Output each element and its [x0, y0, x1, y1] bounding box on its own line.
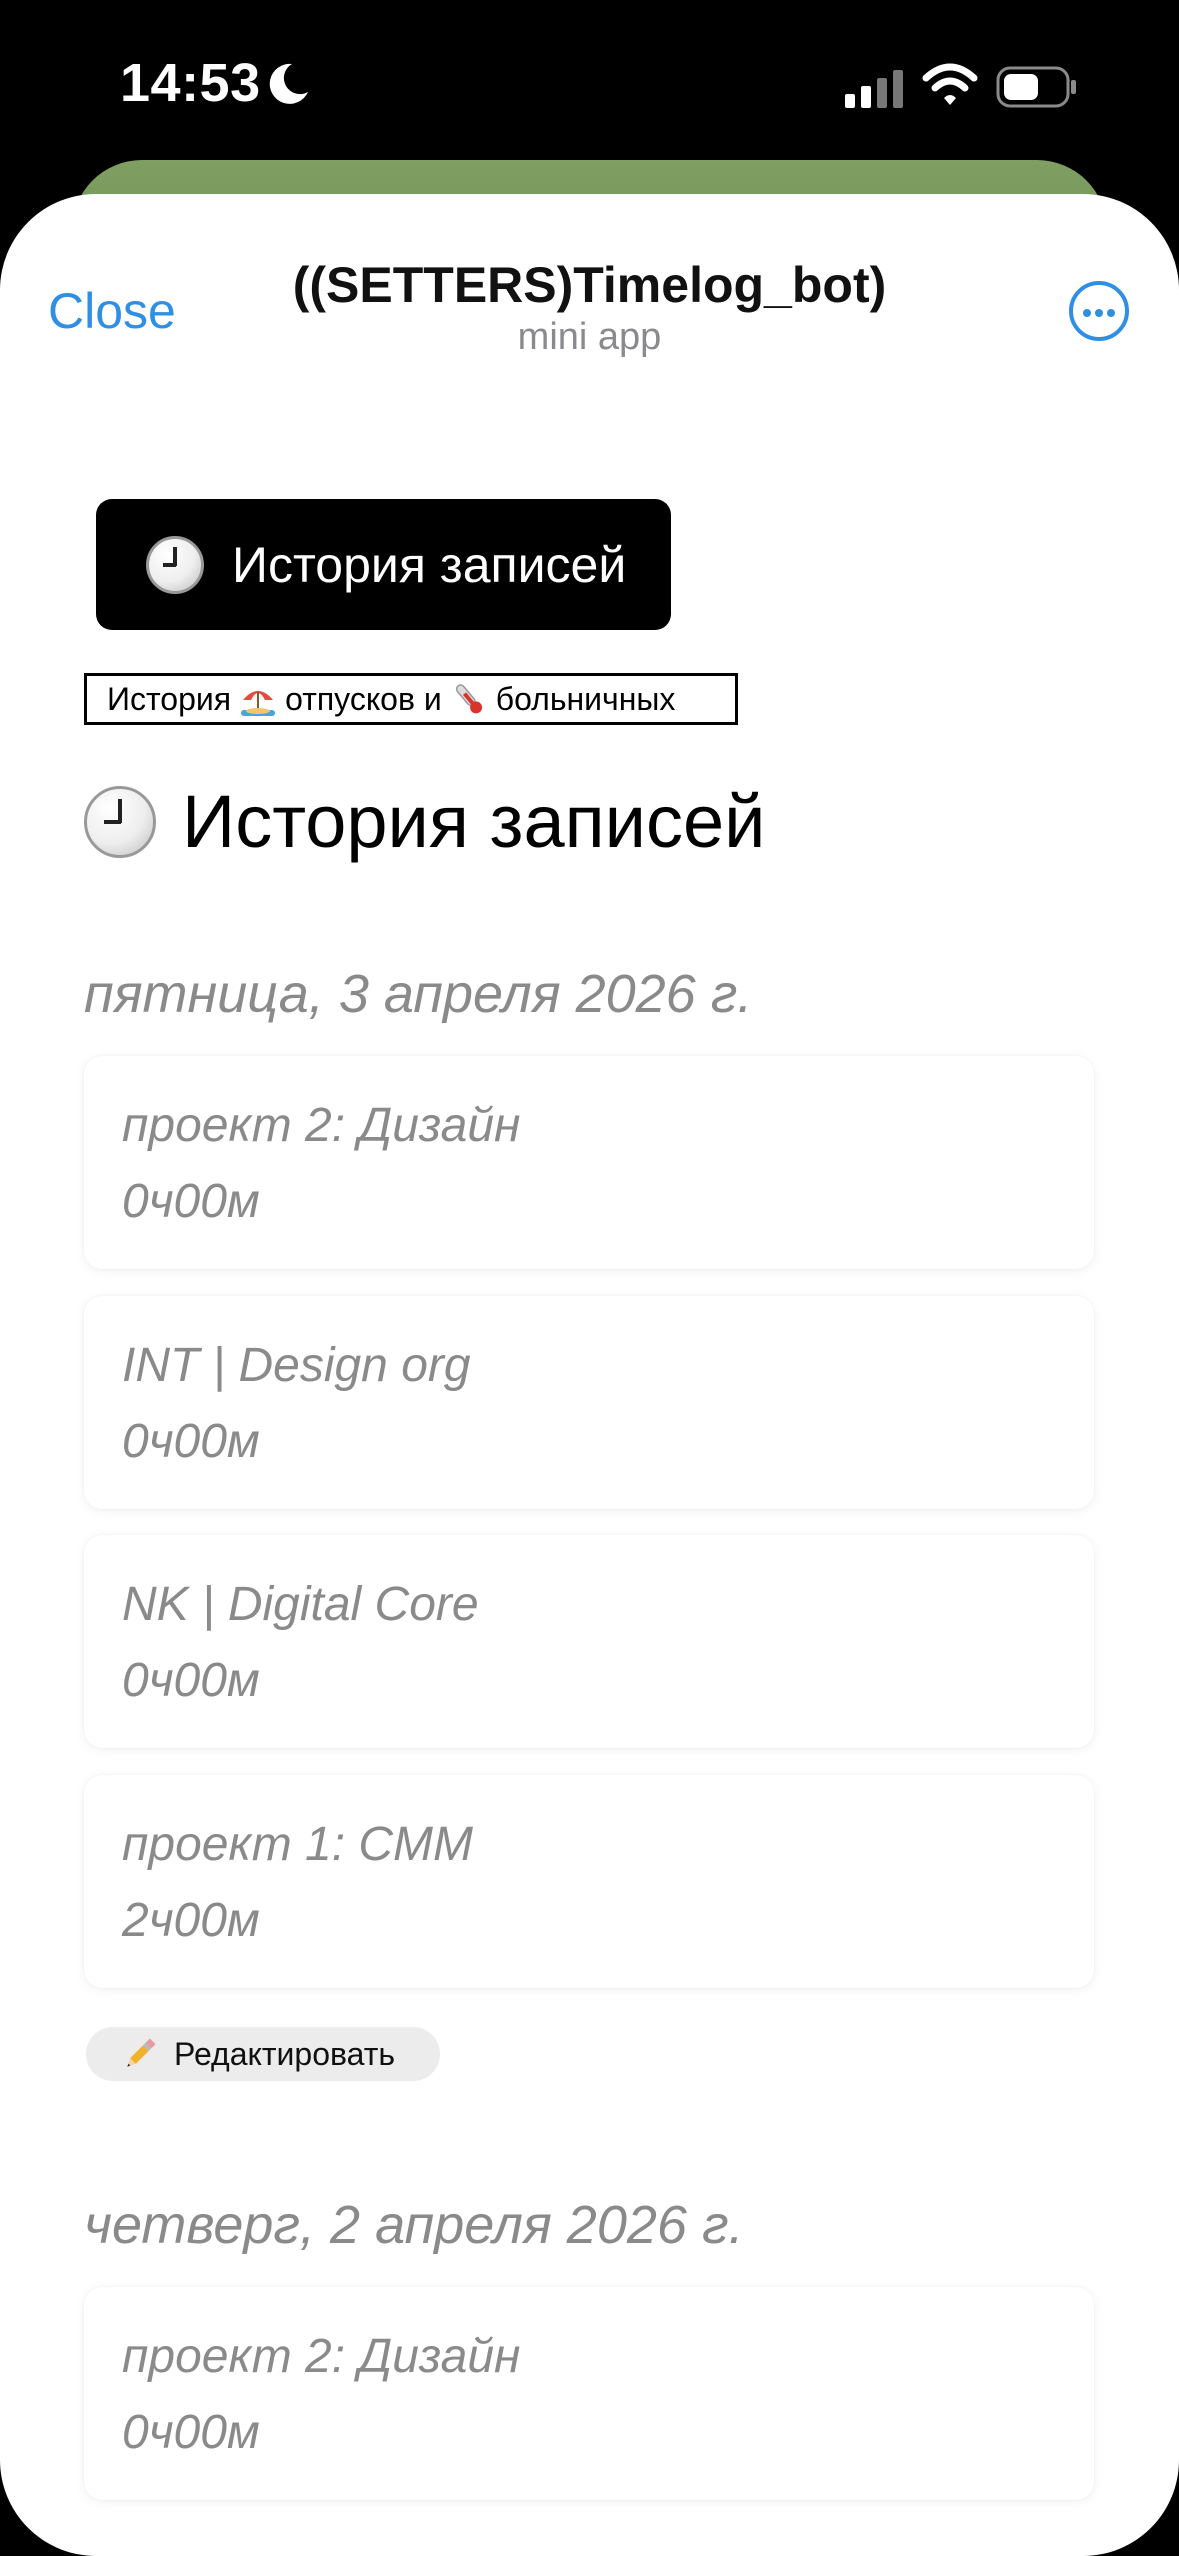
- section-title: История записей: [84, 779, 766, 864]
- battery-icon: [996, 66, 1076, 108]
- entry-project: проект 2: Дизайн: [122, 1099, 521, 1152]
- section-title-text: История записей: [182, 780, 766, 863]
- thermometer-icon: [455, 684, 482, 714]
- moon-icon: [269, 63, 308, 104]
- vacations-link-part2: отпусков и: [285, 680, 442, 717]
- entry-duration: 2ч00м: [122, 1894, 260, 1947]
- history-button[interactable]: История записей: [96, 499, 671, 630]
- time-entry-card[interactable]: NK | Digital Core 0ч00м: [84, 1535, 1094, 1748]
- pencil-icon: [127, 2038, 156, 2067]
- entry-duration: 0ч00м: [122, 1175, 260, 1228]
- clock-icon: [84, 785, 156, 858]
- time-entry-card[interactable]: проект 2: Дизайн 0ч00м: [84, 1056, 1094, 1269]
- beach-umbrella-icon: [241, 691, 276, 716]
- entry-duration: 0ч00м: [122, 2406, 260, 2459]
- entry-project: NK | Digital Core: [122, 1578, 479, 1631]
- history-button-label: История записей: [232, 536, 627, 593]
- time-entry-card[interactable]: проект 2: Дизайн 0ч00м: [84, 2287, 1094, 2500]
- entry-project: проект 1: CMM: [122, 1818, 474, 1871]
- status-bar: 14:53: [0, 0, 1179, 170]
- time-entry-card[interactable]: INT | Design org 0ч00м: [84, 1296, 1094, 1509]
- entry-duration: 0ч00м: [122, 1415, 260, 1468]
- cellular-signal-icon: [845, 70, 903, 108]
- status-time: 14:53: [120, 53, 261, 113]
- wifi-icon: [922, 63, 978, 105]
- mini-app-sheet: Close ((SETTERS)Timelog_bot) mini app Ис…: [0, 194, 1179, 2556]
- edit-button-label: Редактировать: [174, 2035, 396, 2072]
- app-title: ((SETTERS)Timelog_bot): [292, 257, 887, 313]
- vacations-sick-leave-link[interactable]: История отпусков и больничных: [84, 673, 738, 725]
- entry-duration: 0ч00м: [122, 1654, 260, 1707]
- day-heading: четверг, 2 апреля 2026 г.: [84, 2195, 744, 2255]
- vacations-link-part3: больничных: [495, 680, 676, 717]
- time-entry-card[interactable]: проект 1: CMM 2ч00м: [84, 1775, 1094, 1988]
- entry-project: INT | Design org: [122, 1339, 471, 1392]
- app-subtitle: mini app: [517, 316, 662, 358]
- clock-icon: [146, 535, 204, 594]
- day-heading: пятница, 3 апреля 2026 г.: [84, 964, 753, 1024]
- more-options-icon[interactable]: [1069, 281, 1129, 341]
- edit-button[interactable]: Редактировать: [86, 2027, 440, 2081]
- vacations-link-part1: История: [107, 680, 232, 717]
- entry-project: проект 2: Дизайн: [122, 2330, 521, 2383]
